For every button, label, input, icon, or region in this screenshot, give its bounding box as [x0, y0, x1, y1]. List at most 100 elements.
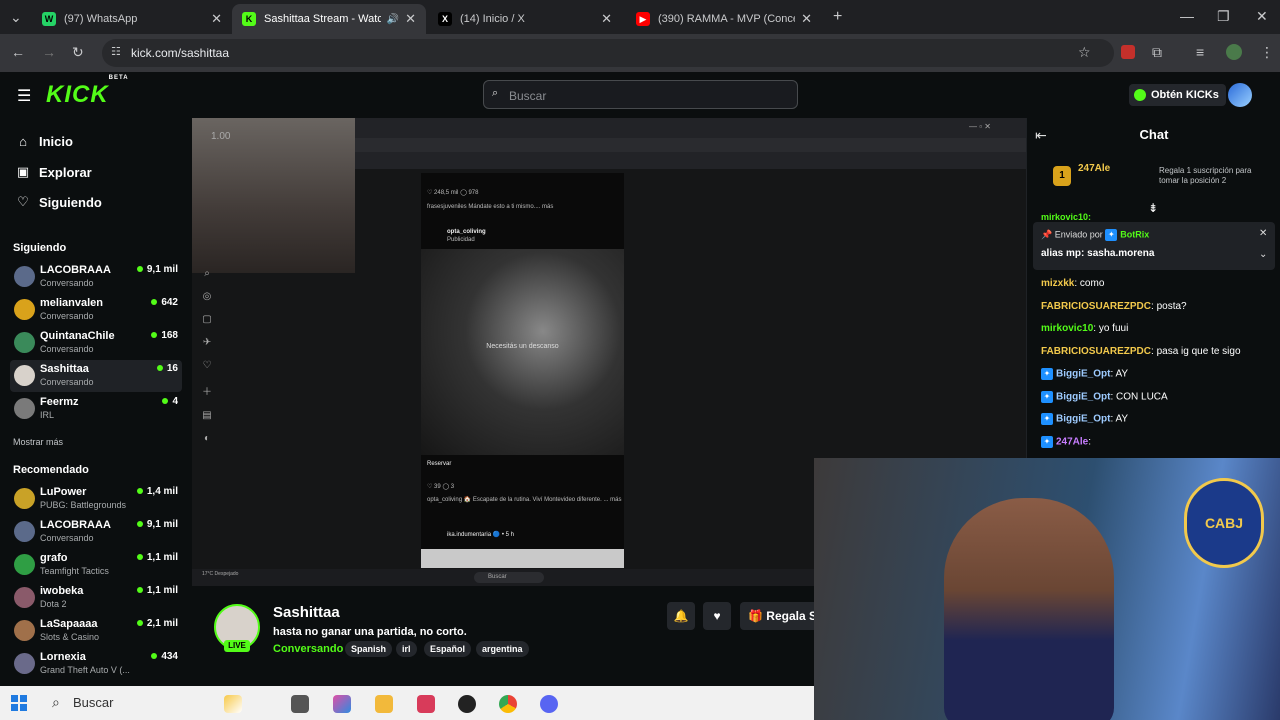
chat-separator: :	[1088, 436, 1092, 448]
gift-leaderboard[interactable]: 1 247Ale Regala 1 suscripción para tomar…	[1051, 162, 1271, 192]
extension-youtube-icon[interactable]	[1121, 45, 1135, 59]
close-tab-icon[interactable]: ✕	[801, 11, 812, 27]
stream-category[interactable]: Conversando	[273, 643, 343, 655]
restore-icon[interactable]: ❐	[1217, 8, 1230, 25]
site-info-icon[interactable]: ☷	[111, 45, 121, 58]
profile-avatar[interactable]	[1226, 44, 1242, 60]
close-tab-icon[interactable]: ✕	[211, 11, 222, 27]
media-control-icon[interactable]: ≡	[1196, 44, 1204, 60]
channel-avatar	[14, 398, 35, 419]
tab-title: (14) Inicio / X	[460, 13, 525, 25]
gift-subs-button[interactable]: 🎁 Regala S	[740, 602, 814, 630]
tag-espanol[interactable]: Español	[424, 641, 472, 657]
chrome-icon[interactable]	[499, 695, 517, 713]
nav-siguiendo[interactable]: ♡ Siguiendo	[14, 194, 102, 210]
windows-start-icon[interactable]	[11, 695, 27, 711]
viewer-count: 16	[157, 363, 178, 374]
chevron-down-icon[interactable]: ⌄	[1259, 249, 1267, 260]
discord-icon[interactable]	[540, 695, 558, 713]
chat-username[interactable]: FABRICIOSUAREZPDC	[1041, 301, 1151, 312]
tag-spanish[interactable]: Spanish	[345, 641, 393, 657]
sidebar-channel[interactable]: QuintanaChile Conversando 168	[10, 327, 182, 359]
sidebar-channel[interactable]: grafo Teamfight Tactics 1,1 mil	[10, 549, 182, 581]
tab-title: (97) WhatsApp	[64, 13, 138, 25]
kick-logo[interactable]: KICKBETA	[46, 75, 129, 109]
chat-badge-icon: ✦	[1041, 368, 1053, 380]
chat-text: CON LUCA	[1116, 391, 1168, 403]
pin-expand-icon[interactable]: ⇟	[1148, 201, 1158, 215]
streamer-name[interactable]: Sashittaa	[273, 604, 340, 621]
extensions-icon[interactable]: ⧉	[1152, 44, 1162, 61]
channel-name: LuPower	[40, 486, 87, 498]
bookmark-star-icon[interactable]: ☆	[1078, 44, 1091, 61]
tab-youtube[interactable]: ▶ (390) RAMMA - MVP (Concept ✕	[626, 4, 822, 34]
app-icon[interactable]	[417, 695, 435, 713]
kick-icon: K	[242, 12, 256, 26]
show-more-link[interactable]: Mostrar más	[13, 437, 63, 447]
nav-explorar[interactable]: ▣ Explorar	[14, 164, 92, 180]
search-input[interactable]: ⌕ Buscar	[483, 80, 798, 109]
close-tab-icon[interactable]: ✕	[601, 11, 612, 27]
get-kicks-button[interactable]: Obtén KICKs	[1129, 84, 1226, 106]
close-tab-icon[interactable]: ✕	[405, 11, 416, 27]
channel-category: Conversando	[40, 377, 94, 387]
chat-username[interactable]: BiggiE_Opt	[1056, 391, 1110, 402]
sidebar-channel[interactable]: Feermz IRL 4	[10, 393, 182, 425]
tab-whatsapp[interactable]: W (97) WhatsApp ✕	[32, 4, 232, 34]
sidebar-channel[interactable]: iwobeka Dota 2 1,1 mil	[10, 582, 182, 614]
unpin-icon[interactable]: ✕	[1259, 228, 1267, 239]
nav-inicio[interactable]: ⌂ Inicio	[14, 134, 73, 149]
chat-username[interactable]: BiggiE_Opt	[1056, 369, 1110, 380]
gift-label: Regala S	[766, 609, 814, 623]
windows-taskbar: ⌕ Buscar	[0, 686, 814, 720]
minimize-icon[interactable]: —	[1180, 8, 1194, 24]
chat-username[interactable]: mirkovic10	[1041, 323, 1093, 334]
tab-search-icon[interactable]: ⌄	[10, 9, 22, 26]
sidebar-channel[interactable]: melianvalen Conversando 642	[10, 294, 182, 326]
back-icon[interactable]: ←	[11, 44, 25, 60]
sidebar-channel[interactable]: Lornexia Grand Theft Auto V (... 434	[10, 648, 182, 680]
viewer-count: 1,4 mil	[137, 486, 178, 497]
tag-argentina[interactable]: argentina	[476, 641, 529, 657]
chat-text: AY	[1115, 368, 1129, 380]
copilot-sparkle-icon[interactable]	[224, 695, 242, 713]
sidebar-channel[interactable]: LACOBRAAA Conversando 9,1 mil	[10, 516, 182, 548]
chat-panel: ⇤ Chat 1 247Ale Regala 1 suscripción par…	[1026, 118, 1280, 458]
copilot-app-icon[interactable]	[333, 695, 351, 713]
hamburger-menu-icon[interactable]: ☰	[17, 86, 31, 106]
follow-heart-button[interactable]: ♥	[703, 602, 731, 630]
speaker-icon[interactable]: 🔊	[387, 14, 399, 25]
chat-username[interactable]: FABRICIOSUAREZPDC	[1041, 346, 1151, 357]
sidebar-channel[interactable]: Sashittaa Conversando 16	[10, 360, 182, 392]
file-explorer-icon[interactable]	[375, 695, 393, 713]
chat-username[interactable]: 247Ale	[1056, 436, 1088, 447]
channel-category: Slots & Casino	[40, 632, 100, 642]
reload-icon[interactable]: ↻	[72, 44, 84, 61]
task-view-icon[interactable]	[291, 695, 309, 713]
channel-category: Conversando	[40, 533, 94, 543]
address-bar[interactable]: ☷ kick.com/sashittaa ☆	[102, 39, 1114, 67]
channel-name: grafo	[40, 552, 68, 564]
obs-icon[interactable]	[458, 695, 476, 713]
sidebar-channel[interactable]: LACOBRAAA Conversando 9,1 mil	[10, 261, 182, 293]
user-avatar[interactable]	[1228, 83, 1252, 107]
close-window-icon[interactable]: ✕	[1256, 8, 1268, 25]
pinned-message[interactable]: 📌 Enviado por ✦ BotRix alias mp: sasha.mo…	[1033, 222, 1275, 270]
sidebar-channel[interactable]: LuPower PUBG: Battlegrounds 1,4 mil	[10, 483, 182, 515]
chat-username[interactable]: BiggiE_Opt	[1056, 414, 1110, 425]
menu-icon[interactable]: ⋮	[1260, 44, 1274, 61]
tag-irl[interactable]: irl	[396, 641, 417, 657]
tab-x[interactable]: X (14) Inicio / X ✕	[428, 4, 622, 34]
stream-info: LIVE Sashittaa hasta no ganar una partid…	[192, 586, 814, 686]
taskbar-search[interactable]: Buscar	[73, 695, 113, 710]
sidebar-channel[interactable]: LaSapaaaa Slots & Casino 2,1 mil	[10, 615, 182, 647]
forward-icon[interactable]: →	[42, 44, 56, 60]
new-tab-icon[interactable]: +	[833, 8, 842, 26]
ig-search-icon: ⌕	[204, 268, 210, 279]
channel-avatar	[14, 554, 35, 575]
tab-kick[interactable]: K Sashittaa Stream - Watch Live on Kick …	[232, 4, 426, 34]
ig-post-overlay-text: Necesitás un descanso	[486, 343, 559, 350]
notifications-bell-button[interactable]: 🔔	[667, 602, 695, 630]
leader-name: 247Ale	[1078, 163, 1111, 174]
chat-username[interactable]: mizxkk	[1041, 278, 1074, 289]
